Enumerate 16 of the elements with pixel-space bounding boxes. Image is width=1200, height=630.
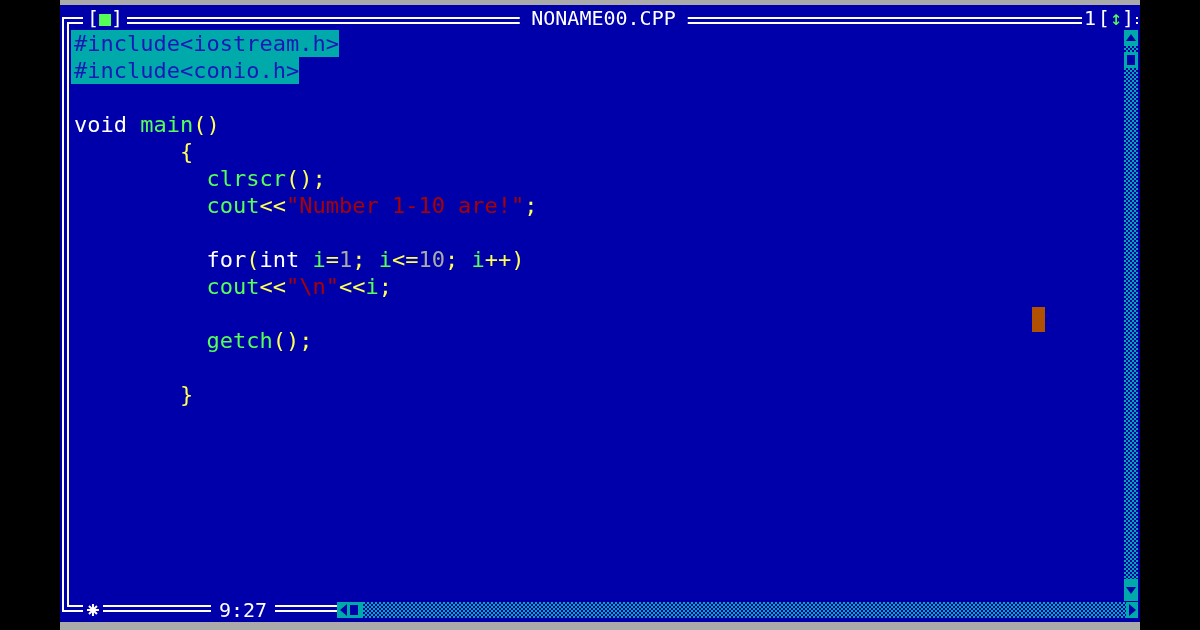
code-line: {	[178, 138, 194, 165]
code-line: getch();	[205, 327, 313, 354]
scroll-up-icon[interactable]	[1124, 30, 1138, 46]
text-cursor	[1032, 307, 1045, 332]
scroll-thumb[interactable]	[1124, 52, 1138, 68]
code-line: }	[178, 381, 194, 408]
vertical-scrollbar[interactable]	[1124, 30, 1138, 601]
scroll-right-icon[interactable]	[1126, 602, 1138, 618]
code-line: void main()	[74, 111, 220, 138]
scroll-left-icon[interactable]	[337, 602, 364, 618]
code-line: for(int i=1; i<=10; i++)	[205, 246, 525, 273]
horizontal-scrollbar[interactable]	[337, 602, 1138, 618]
scroll-down-icon[interactable]	[1124, 579, 1138, 601]
code-line: cout<<"\n"<<i;	[205, 273, 392, 300]
code-line: clrscr();	[205, 165, 326, 192]
code-line: cout<<"Number 1-10 are!";	[205, 192, 538, 219]
